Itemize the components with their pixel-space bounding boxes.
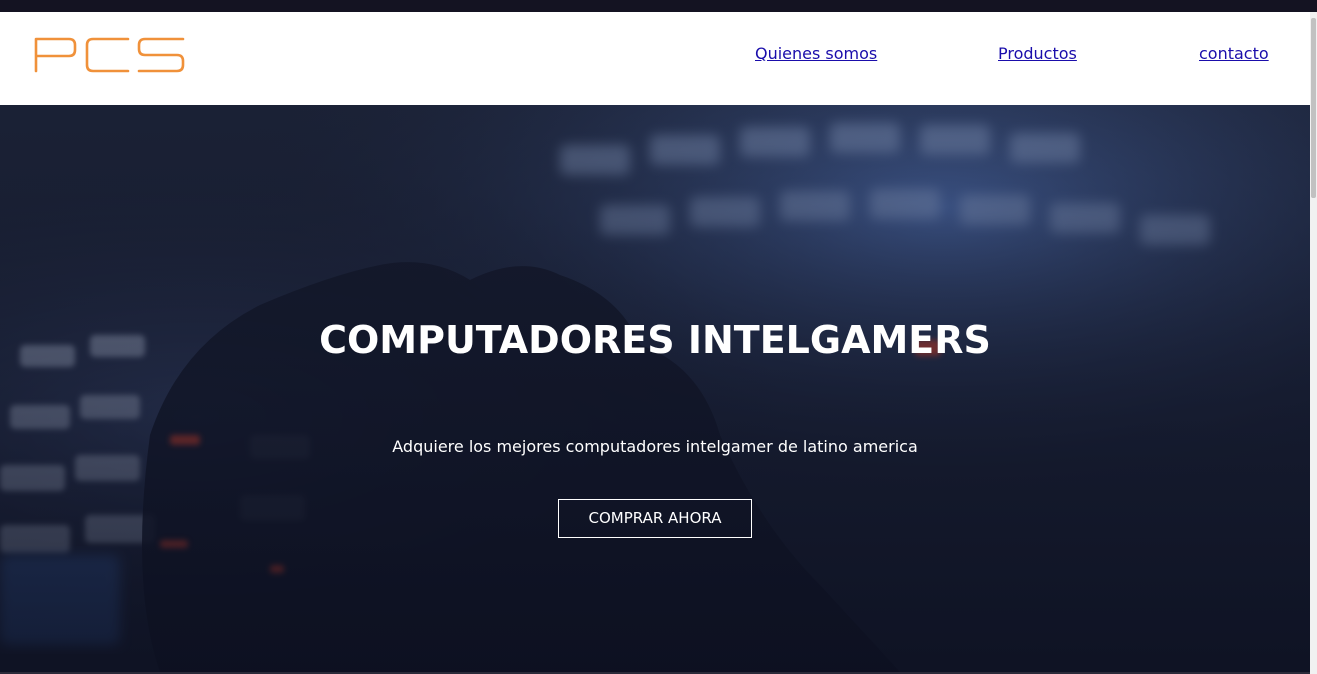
hero-subtitle: Adquiere los mejores computadores intelg… (392, 437, 918, 456)
hero-background-image (0, 105, 1310, 672)
nav-link-productos[interactable]: Productos (998, 44, 1077, 63)
browser-top-bar (0, 0, 1317, 12)
vertical-scrollbar[interactable] (1310, 12, 1317, 674)
nav-link-contacto[interactable]: contacto (1199, 44, 1269, 63)
site-header: Quienes somos Productos contacto (0, 12, 1310, 105)
pcs-logo[interactable] (33, 37, 187, 73)
nav-link-quienes-somos[interactable]: Quienes somos (755, 44, 877, 63)
scrollbar-thumb[interactable] (1311, 18, 1316, 198)
hero-title: COMPUTADORES INTELGAMERS (319, 318, 991, 362)
comprar-ahora-button[interactable]: COMPRAR AHORA (558, 499, 752, 538)
pcs-logo-icon (34, 37, 185, 73)
hero-banner: COMPUTADORES INTELGAMERS Adquiere los me… (0, 105, 1310, 672)
